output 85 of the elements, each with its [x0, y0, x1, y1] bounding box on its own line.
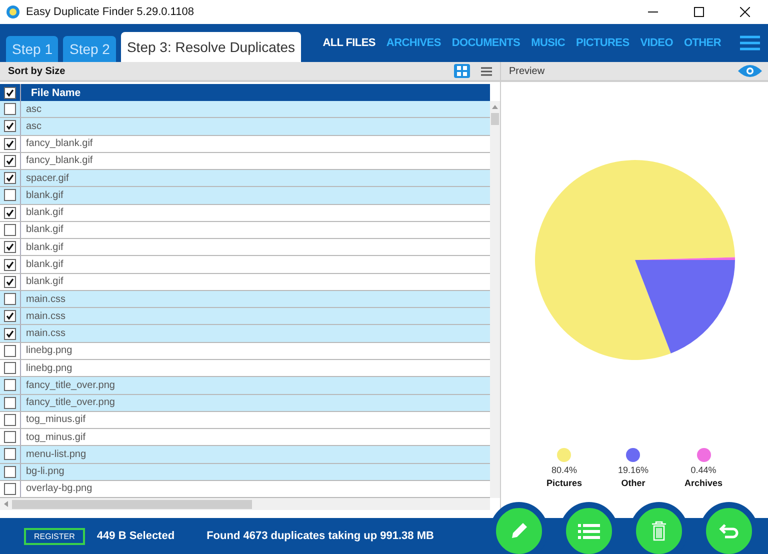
checkbox[interactable]: [4, 310, 16, 322]
checkbox[interactable]: [4, 379, 16, 392]
window-title: Easy Duplicate Finder 5.29.0.1108: [26, 6, 195, 18]
pencil-icon: [509, 521, 529, 541]
percent-label: 80.4%: [551, 465, 577, 475]
file-name-cell: fancy_title_over.png: [26, 380, 115, 391]
filter-tab[interactable]: DOCUMENTS: [452, 37, 520, 49]
checkbox[interactable]: [4, 189, 16, 202]
file-name-cell: blank.gif: [26, 224, 64, 236]
file-name-cell: tog_minus.gif: [26, 432, 86, 443]
checkbox[interactable]: [4, 344, 16, 357]
eye-icon[interactable]: [738, 64, 762, 78]
file-name-cell: blank.gif: [26, 207, 64, 218]
file-name-cell: blank.gif: [26, 259, 64, 270]
scrollbar-thumb[interactable]: [491, 113, 499, 125]
close-icon: [740, 7, 750, 17]
file-name-cell: blank.gif: [26, 242, 64, 253]
selection-size: 449 B Selected: [96, 530, 175, 542]
file-name-cell: blank.gif: [26, 190, 64, 201]
checkbox[interactable]: [4, 86, 16, 98]
file-name-cell: fancy_blank.gif: [26, 138, 93, 150]
filter-tab[interactable]: ARCHIVES: [386, 37, 441, 49]
file-name-cell: fancy_title_over.png: [26, 397, 115, 408]
legend-label: Archives: [684, 478, 723, 488]
legend-dot: [696, 448, 711, 462]
checkbox[interactable]: [4, 482, 16, 495]
checkbox[interactable]: [4, 396, 16, 409]
file-name-cell: menu-list.png: [26, 448, 86, 460]
checkbox[interactable]: [4, 258, 16, 271]
file-name-cell: blank.gif: [26, 276, 64, 288]
checkbox[interactable]: [4, 154, 16, 167]
file-name-cell: overlay-bg.png: [26, 483, 92, 494]
legend-label: Pictures: [546, 478, 582, 488]
filter-tab[interactable]: MUSIC: [531, 37, 566, 49]
filter-tab[interactable]: PICTURES: [576, 37, 630, 49]
checkbox[interactable]: [4, 466, 16, 478]
file-name-cell: tog_minus.gif: [26, 414, 86, 426]
file-name-cell: asc: [26, 104, 42, 115]
file-name-cell: main.css: [26, 294, 66, 305]
checkbox[interactable]: [4, 328, 16, 340]
checkbox[interactable]: [4, 293, 16, 306]
checkbox[interactable]: [4, 431, 16, 444]
step-tab[interactable]: Step 2: [63, 36, 116, 62]
checkbox[interactable]: [4, 120, 16, 132]
filter-tab[interactable]: OTHER: [684, 37, 721, 49]
checkbox[interactable]: [4, 103, 16, 116]
file-name-cell: bg-li.png: [26, 466, 64, 478]
percent-label: 19.16%: [618, 465, 649, 475]
checkbox[interactable]: [4, 362, 16, 374]
filter-tab[interactable]: VIDEO: [640, 37, 673, 49]
checkbox[interactable]: [4, 241, 16, 254]
file-name-cell: main.css: [26, 310, 66, 322]
step-tab[interactable]: Step 3: Resolve Duplicates: [120, 32, 302, 62]
legend-dot: [626, 448, 640, 462]
app-logo-icon: [6, 5, 20, 19]
step-tab[interactable]: Step 1: [6, 36, 58, 62]
file-name-cell: main.css: [26, 328, 66, 340]
grid-view-button[interactable]: [454, 64, 470, 78]
preview-label: Preview: [509, 66, 546, 76]
file-name-cell: spacer.gif: [26, 172, 69, 184]
file-name-cell: linebg.png: [26, 362, 72, 374]
file-name-cell: asc: [26, 120, 42, 132]
filter-tab[interactable]: ALL FILES: [322, 37, 376, 49]
file-name-cell: linebg.png: [26, 345, 72, 356]
checkbox[interactable]: [4, 224, 16, 236]
trash-icon: [651, 521, 667, 541]
maximize-icon: [694, 7, 704, 17]
checkbox[interactable]: [4, 448, 16, 460]
menu-icon[interactable]: [740, 35, 760, 51]
percent-label: 0.44%: [690, 465, 716, 475]
undo-icon: [719, 522, 739, 540]
checkbox[interactable]: [4, 414, 16, 426]
scrollbar-thumb[interactable]: [12, 500, 252, 508]
checkbox[interactable]: [4, 172, 16, 184]
checkbox[interactable]: [4, 138, 16, 150]
checkbox[interactable]: [4, 206, 16, 219]
file-name-cell: fancy_blank.gif: [26, 155, 93, 166]
legend-label: Other: [621, 478, 646, 488]
column-header[interactable]: File Name: [31, 86, 81, 98]
list-icon: [578, 523, 600, 539]
legend-dot: [557, 448, 572, 462]
checkbox[interactable]: [4, 276, 16, 288]
register-badge[interactable]: REGISTER: [24, 528, 85, 544]
sort-label: Sort by Size: [8, 66, 66, 76]
summary-text: Found 4673 duplicates taking up 991.38 MB: [206, 530, 434, 542]
